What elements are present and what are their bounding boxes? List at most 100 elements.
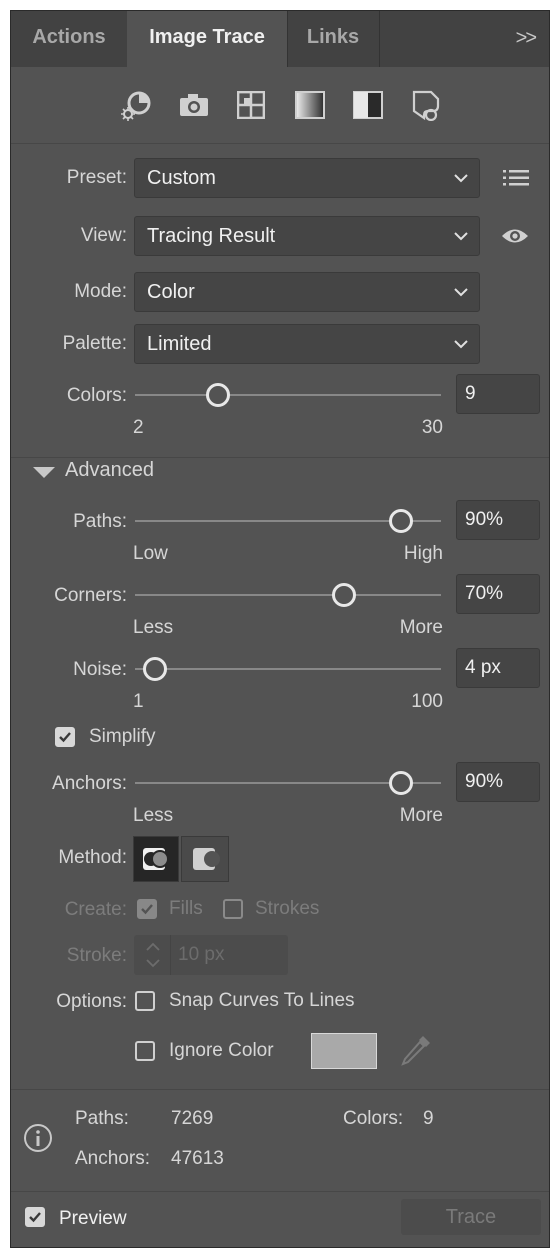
options-label: Options: bbox=[56, 991, 127, 1012]
auto-color-icon[interactable] bbox=[119, 89, 155, 128]
checkmark-icon bbox=[59, 732, 71, 743]
ignore-color-checkbox[interactable] bbox=[135, 1041, 155, 1061]
stats-anchors-value: 47613 bbox=[171, 1148, 224, 1169]
view-value: Tracing Result bbox=[147, 225, 276, 247]
colors-max-label: 30 bbox=[421, 417, 443, 438]
divider bbox=[11, 457, 549, 458]
preset-label: Preset: bbox=[66, 167, 127, 188]
high-color-icon[interactable] bbox=[179, 93, 209, 122]
panel-menu-chevrons-icon[interactable]: >> bbox=[516, 27, 537, 50]
snap-curves-checkbox[interactable] bbox=[135, 991, 155, 1011]
anchors-label: Anchors: bbox=[52, 773, 127, 794]
noise-label: Noise: bbox=[73, 659, 127, 680]
checkmark-icon bbox=[29, 1212, 41, 1223]
noise-slider-track[interactable] bbox=[135, 668, 441, 670]
grayscale-icon[interactable] bbox=[295, 91, 325, 124]
mode-label: Mode: bbox=[74, 281, 127, 302]
palette-value: Limited bbox=[147, 333, 212, 355]
eye-icon[interactable] bbox=[501, 227, 529, 250]
chevron-down-icon bbox=[454, 232, 468, 241]
mode-dropdown[interactable]: Color bbox=[134, 272, 480, 312]
tab-image-trace[interactable]: Image Trace bbox=[127, 11, 288, 67]
stats-paths-label: Paths: bbox=[75, 1108, 129, 1129]
colors-min-label: 2 bbox=[133, 417, 144, 438]
anchors-min-label: Less bbox=[133, 805, 174, 826]
tab-bar: Actions Image Trace Links >> bbox=[11, 11, 549, 67]
noise-field[interactable]: 4 px bbox=[456, 648, 540, 688]
stroke-value: 10 px bbox=[178, 944, 225, 965]
colors-slider-track[interactable] bbox=[135, 394, 441, 396]
preview-checkbox[interactable] bbox=[25, 1207, 45, 1227]
colors-label: Colors: bbox=[66, 385, 127, 406]
preset-value: Custom bbox=[147, 167, 216, 189]
noise-slider-thumb[interactable] bbox=[143, 657, 168, 681]
overlapping-method-icon bbox=[193, 848, 220, 870]
method-overlapping-button[interactable] bbox=[181, 836, 229, 882]
corners-slider-track[interactable] bbox=[135, 594, 441, 596]
fills-checkbox[interactable] bbox=[137, 899, 157, 919]
stats-colors-label: Colors: bbox=[343, 1108, 404, 1129]
disclosure-triangle-icon[interactable] bbox=[33, 466, 55, 484]
tab-actions[interactable]: Actions bbox=[11, 11, 128, 67]
checkmark-icon bbox=[141, 904, 153, 915]
ignore-color-swatch[interactable] bbox=[311, 1033, 377, 1069]
create-label: Create: bbox=[64, 899, 127, 920]
strokes-label: Strokes bbox=[255, 898, 320, 919]
strokes-checkbox[interactable] bbox=[223, 899, 243, 919]
method-abutting-button[interactable] bbox=[133, 836, 179, 882]
corners-slider-thumb[interactable] bbox=[332, 583, 357, 607]
chevron-down-icon bbox=[454, 288, 468, 297]
stats-paths-value: 7269 bbox=[171, 1108, 214, 1129]
advanced-toggle[interactable]: Advanced bbox=[65, 459, 154, 482]
outline-icon[interactable] bbox=[411, 89, 443, 126]
colors-slider-thumb[interactable] bbox=[205, 383, 230, 407]
mode-value: Color bbox=[147, 281, 195, 303]
snap-curves-label: Snap Curves To Lines bbox=[169, 990, 355, 1011]
stepper-arrows-icon[interactable] bbox=[138, 935, 168, 975]
fills-label: Fills bbox=[169, 898, 203, 919]
method-label: Method: bbox=[58, 847, 127, 868]
black-and-white-icon[interactable] bbox=[353, 91, 383, 124]
noise-min-label: 1 bbox=[133, 691, 144, 712]
trace-button[interactable]: Trace bbox=[401, 1199, 541, 1235]
anchors-slider-thumb[interactable] bbox=[388, 771, 413, 795]
divider bbox=[11, 143, 549, 144]
noise-max-label: 100 bbox=[411, 691, 443, 712]
stroke-stepper[interactable]: 10 px bbox=[134, 935, 288, 975]
manage-presets-icon[interactable] bbox=[503, 168, 529, 193]
divider bbox=[11, 1089, 549, 1090]
simplify-checkbox[interactable] bbox=[55, 727, 75, 747]
colors-field[interactable]: 9 bbox=[456, 374, 540, 414]
preview-label: Preview bbox=[59, 1208, 127, 1229]
palette-label: Palette: bbox=[62, 333, 127, 354]
chevron-down-icon bbox=[454, 174, 468, 183]
view-dropdown[interactable]: Tracing Result bbox=[134, 216, 480, 256]
corners-min-label: Less bbox=[133, 617, 174, 638]
anchors-field[interactable]: 90% bbox=[456, 762, 540, 802]
corners-field[interactable]: 70% bbox=[456, 574, 540, 614]
divider bbox=[11, 1191, 549, 1192]
view-label: View: bbox=[80, 225, 127, 246]
info-icon[interactable] bbox=[23, 1123, 53, 1158]
abutting-method-icon bbox=[143, 848, 169, 870]
corners-max-label: More bbox=[399, 617, 443, 638]
chevron-down-icon bbox=[454, 340, 468, 349]
eyedropper-icon[interactable] bbox=[399, 1033, 433, 1074]
corners-label: Corners: bbox=[54, 585, 127, 606]
palette-dropdown[interactable]: Limited bbox=[134, 324, 480, 364]
tab-links[interactable]: Links bbox=[287, 11, 380, 67]
stats-anchors-label: Anchors: bbox=[75, 1148, 150, 1169]
paths-field[interactable]: 90% bbox=[456, 500, 540, 540]
anchors-max-label: More bbox=[399, 805, 443, 826]
low-color-icon[interactable] bbox=[236, 90, 266, 124]
paths-slider-thumb[interactable] bbox=[388, 509, 413, 533]
image-trace-panel: Actions Image Trace Links >> Preset: Cus… bbox=[10, 10, 550, 1248]
stroke-label: Stroke: bbox=[66, 945, 127, 966]
paths-label: Paths: bbox=[73, 511, 127, 532]
paths-max-label: High bbox=[403, 543, 443, 564]
preset-dropdown[interactable]: Custom bbox=[134, 158, 480, 198]
ignore-color-label: Ignore Color bbox=[169, 1040, 274, 1061]
simplify-label: Simplify bbox=[89, 726, 156, 747]
paths-min-label: Low bbox=[133, 543, 168, 564]
stats-colors-value: 9 bbox=[423, 1108, 434, 1129]
